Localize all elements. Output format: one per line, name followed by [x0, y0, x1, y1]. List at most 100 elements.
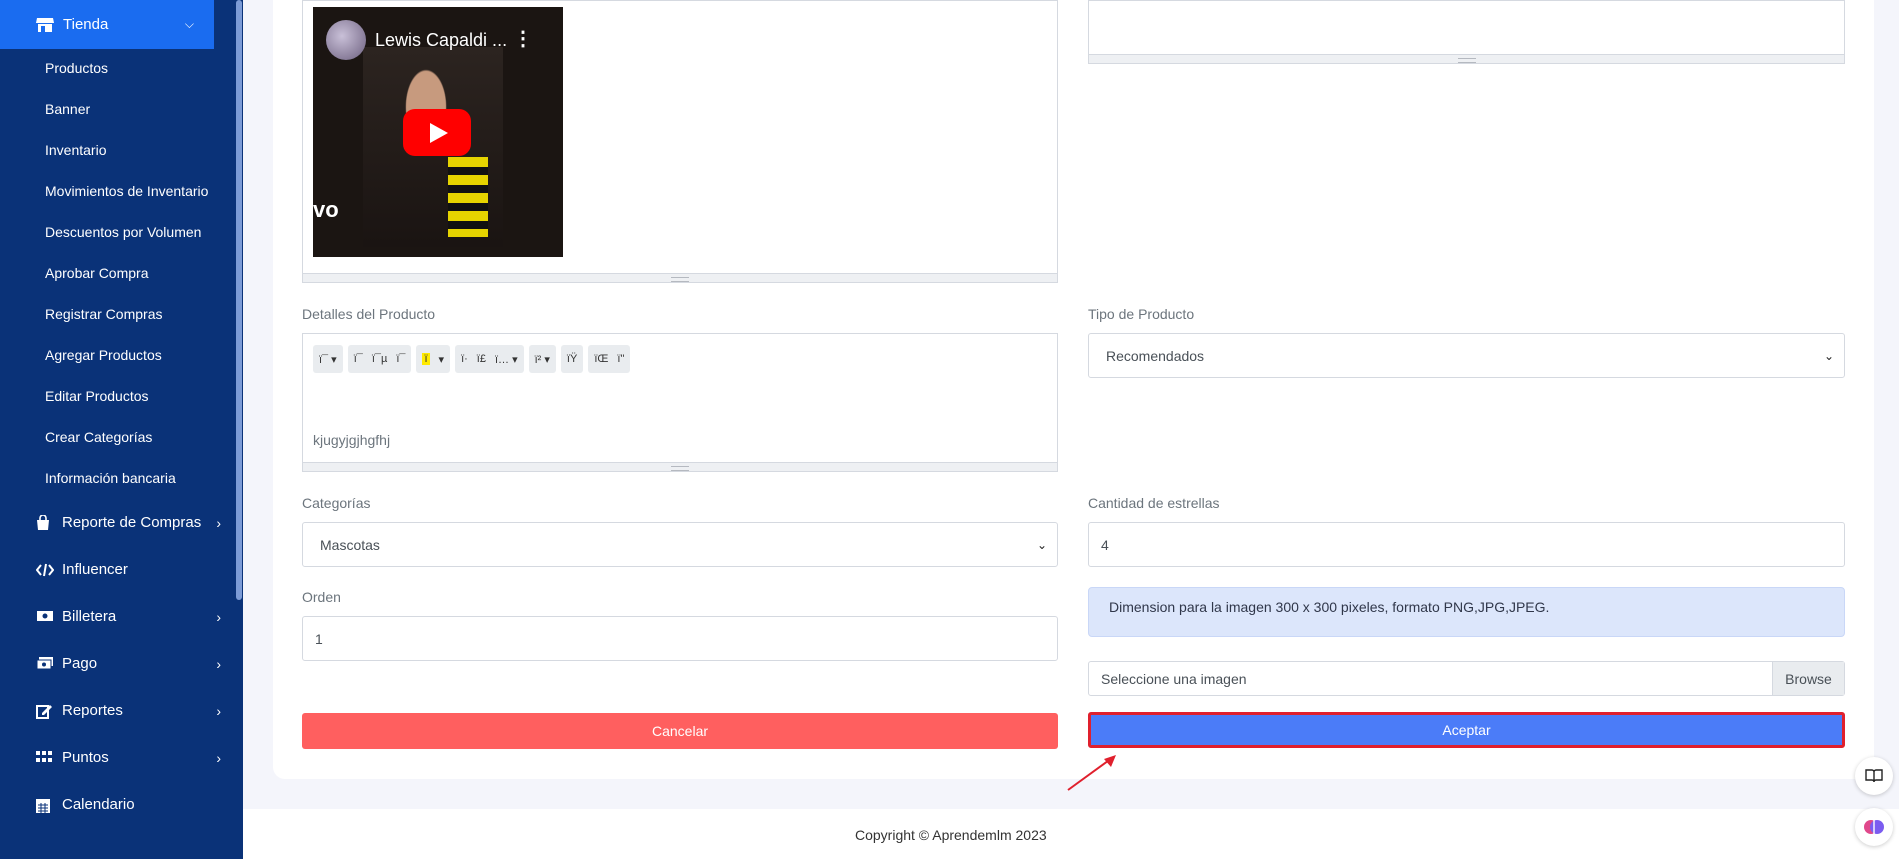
editor-resize-handle[interactable]: [303, 462, 1057, 471]
order-value: 1: [315, 630, 323, 647]
sidebar-sub-editar-productos[interactable]: Editar Productos: [45, 388, 149, 404]
toolbar-group-format: ï¯ ï¯µ ï¯: [347, 345, 412, 373]
image-file-input[interactable]: Seleccione una imagen Browse: [1088, 661, 1845, 696]
paragraph-dropdown[interactable]: ï… ▾: [495, 353, 518, 366]
sidebar-item-reportes[interactable]: Reportes ›: [36, 702, 221, 719]
type-label: Tipo de Producto: [1088, 306, 1195, 322]
chevron-down-icon: ⌄: [1036, 537, 1047, 552]
stars-value: 4: [1101, 536, 1109, 553]
code-icon: [35, 562, 55, 578]
sidebar-item-reporte-compras[interactable]: Reporte de Compras ›: [36, 513, 221, 531]
color-dropdown-caret[interactable]: ▾: [439, 353, 445, 366]
toolbar-group-style[interactable]: ï¯ ▾: [313, 345, 343, 373]
sidebar-item-tienda[interactable]: Tienda ⌵: [0, 0, 214, 49]
annotation-arrow-icon: [1067, 755, 1116, 791]
ordered-list-button[interactable]: ï£: [477, 353, 486, 365]
chevron-right-icon: ›: [216, 702, 221, 719]
chevron-right-icon: ›: [216, 514, 221, 531]
file-placeholder: Seleccione una imagen: [1101, 670, 1247, 687]
secondary-editor[interactable]: [1088, 0, 1845, 64]
clear-format-button[interactable]: ï¯: [396, 353, 405, 365]
shopping-bag-icon: [36, 513, 52, 531]
sidebar-sub-movimientos[interactable]: Movimientos de Inventario: [45, 183, 208, 199]
chevron-right-icon: ›: [216, 608, 221, 625]
chevron-right-icon: ›: [216, 655, 221, 672]
browse-button[interactable]: Browse: [1772, 662, 1844, 695]
footer: Copyright © Aprendemlm 2023: [243, 809, 1899, 859]
reader-mode-icon[interactable]: [1855, 757, 1893, 795]
editor-toolbar: ï¯ ▾ ï¯ ï¯µ ï¯ ï ▾ ï· ï£ ï… ▾ ï² ▾ ïŸ ïŒ…: [313, 345, 631, 373]
copyright-text: Copyright © Aprendemlm 2023: [855, 827, 1047, 843]
bold-button[interactable]: ï¯: [354, 353, 363, 365]
accept-button[interactable]: Aceptar: [1088, 712, 1845, 748]
sidebar-sub-crear-categorias[interactable]: Crear Categorías: [45, 429, 152, 445]
money-bill-icon: [36, 609, 53, 625]
chevron-down-icon: ⌵: [184, 17, 194, 31]
unordered-list-button[interactable]: ï·: [461, 353, 468, 365]
money-check-icon: [36, 656, 53, 672]
sidebar: Tienda ⌵ Productos Banner Inventario Mov…: [0, 0, 243, 859]
chevron-down-icon: ⌄: [1823, 348, 1834, 363]
product-type-value: Recomendados: [1106, 347, 1205, 364]
sidebar-sub-aprobar-compra[interactable]: Aprobar Compra: [45, 265, 149, 281]
edit-icon: [36, 703, 52, 719]
image-info-alert: Dimension para la imagen 300 x 300 pixel…: [1088, 587, 1845, 637]
youtube-video-embed[interactable]: Lewis Capaldi ... ⋮ vo: [313, 7, 563, 257]
toolbar-group-insert[interactable]: ïŸ: [560, 345, 584, 373]
product-type-select[interactable]: Recomendados ⌄: [1088, 333, 1845, 378]
categories-label: Categorías: [302, 495, 371, 511]
toolbar-group-table[interactable]: ï² ▾: [528, 345, 556, 373]
editor-resize-handle[interactable]: [1089, 54, 1844, 63]
sidebar-item-pago[interactable]: Pago ›: [36, 655, 221, 672]
toolbar-group-view: ïŒ ï": [588, 345, 631, 373]
grid-icon: [36, 750, 52, 766]
toolbar-group-color[interactable]: ï ▾: [416, 345, 451, 373]
chevron-right-icon: ›: [216, 749, 221, 766]
codeview-button[interactable]: ï": [617, 353, 624, 365]
details-text[interactable]: kjugyjgjhgfhj: [313, 432, 390, 448]
categories-value: Mascotas: [320, 536, 380, 553]
stars-label: Cantidad de estrellas: [1088, 495, 1220, 511]
sidebar-item-puntos[interactable]: Puntos ›: [36, 749, 221, 766]
insert-link-button[interactable]: ïŸ: [567, 353, 577, 365]
sidebar-sub-registrar-compras[interactable]: Registrar Compras: [45, 306, 162, 322]
sidebar-item-label: Tienda: [63, 16, 109, 33]
sidebar-item-label: Puntos: [62, 749, 109, 766]
sidebar-item-calendario[interactable]: Calendario: [36, 796, 221, 813]
sidebar-sub-productos[interactable]: Productos: [45, 60, 108, 76]
fullscreen-button[interactable]: ïŒ: [594, 353, 608, 365]
toolbar-group-lists: ï· ï£ ï… ▾: [455, 345, 524, 373]
sidebar-item-label: Reportes: [62, 702, 123, 719]
highlight-color-button[interactable]: ï: [422, 353, 430, 365]
sidebar-item-label: Pago: [62, 655, 98, 672]
sidebar-item-label: Influencer: [62, 561, 128, 578]
sidebar-scrollbar[interactable]: [236, 0, 242, 600]
stars-input[interactable]: 4: [1088, 522, 1845, 567]
sidebar-sub-banner[interactable]: Banner: [45, 101, 90, 117]
cancel-button[interactable]: Cancelar: [302, 713, 1058, 749]
calendar-icon: [36, 797, 52, 813]
vevo-watermark: vo: [313, 197, 339, 222]
style-dropdown[interactable]: ï¯ ▾: [319, 353, 337, 366]
details-label: Detalles del Producto: [302, 306, 436, 322]
video-title[interactable]: Lewis Capaldi ...: [375, 30, 507, 51]
video-thumbnail-shirt: [448, 157, 488, 237]
underline-button[interactable]: ï¯µ: [372, 353, 387, 365]
sidebar-item-label: Billetera: [62, 608, 117, 625]
sidebar-item-influencer[interactable]: Influencer: [35, 561, 221, 578]
editor-resize-handle[interactable]: [303, 273, 1057, 282]
sidebar-item-billetera[interactable]: Billetera ›: [36, 608, 221, 625]
order-input[interactable]: 1: [302, 616, 1058, 661]
channel-avatar[interactable]: [326, 20, 366, 60]
sidebar-item-label: Reporte de Compras: [62, 514, 202, 531]
order-label: Orden: [302, 589, 341, 605]
sidebar-sub-agregar-productos[interactable]: Agregar Productos: [45, 347, 162, 363]
more-options-icon[interactable]: ⋮: [513, 26, 533, 51]
sidebar-sub-informacion-bancaria[interactable]: Información bancaria: [45, 470, 176, 486]
table-dropdown[interactable]: ï² ▾: [535, 353, 550, 366]
brain-assistant-icon[interactable]: [1855, 808, 1893, 846]
play-button[interactable]: [403, 109, 471, 156]
sidebar-sub-inventario[interactable]: Inventario: [45, 142, 106, 158]
sidebar-sub-descuentos[interactable]: Descuentos por Volumen: [45, 224, 201, 240]
categories-select[interactable]: Mascotas ⌄: [302, 522, 1058, 567]
